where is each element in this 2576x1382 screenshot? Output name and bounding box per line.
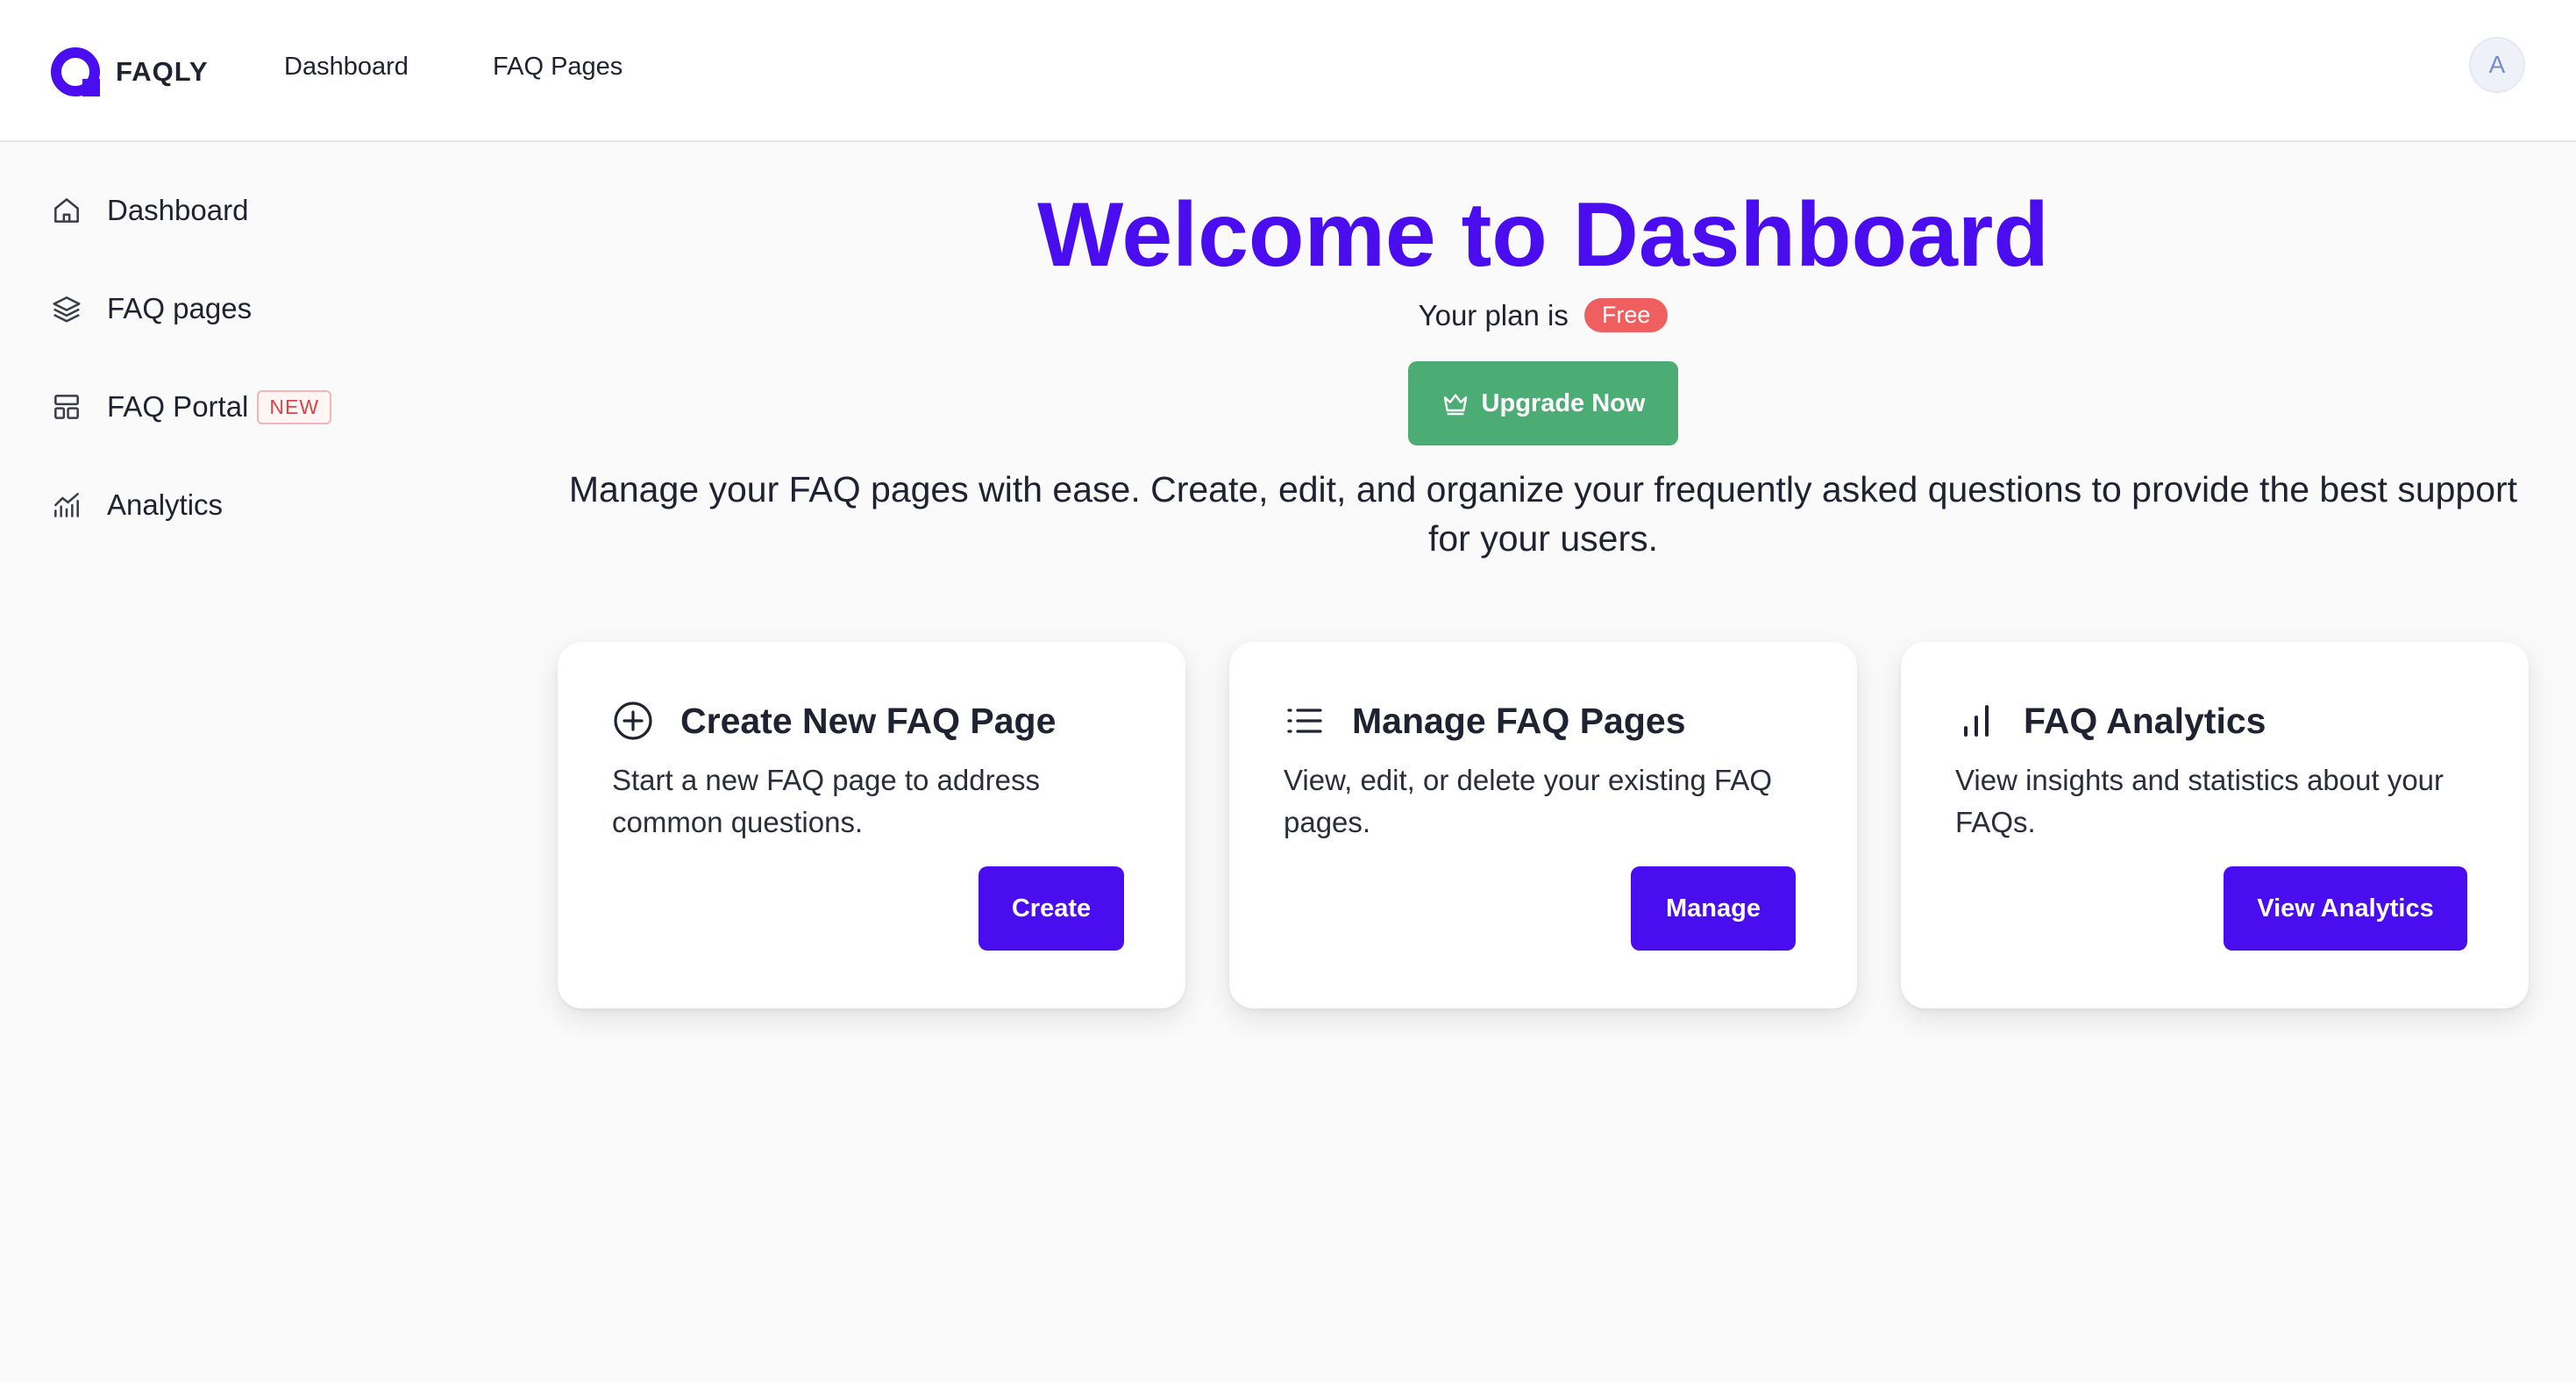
manage-button[interactable]: Manage [1631,866,1796,951]
topnav-dashboard[interactable]: Dashboard [284,49,409,84]
page-title: Welcome to Dashboard [1037,184,2049,286]
create-button[interactable]: Create [978,866,1124,951]
crown-icon [1443,394,1467,416]
home-icon [49,193,84,228]
card-title: Manage FAQ Pages [1352,700,1686,741]
card-faq-analytics: FAQ Analytics View insights and statisti… [1901,642,2529,1008]
upgrade-label: Upgrade Now [1481,388,1646,417]
app-name: FAQLY [116,56,209,87]
card-create-faq: Create New FAQ Page Start a new FAQ page… [558,642,1185,1008]
card-text: View insights and statistics about your … [1955,764,2444,838]
topnav-faq-pages[interactable]: FAQ Pages [493,49,623,84]
user-avatar[interactable]: A [2469,37,2525,93]
app-logo[interactable]: FAQLY [49,44,209,100]
chart-line-icon [49,488,84,523]
upgrade-button[interactable]: Upgrade Now [1408,361,1678,445]
card-text: View, edit, or delete your existing FAQ … [1284,764,1773,838]
sidebar-item-label: Analytics [107,488,224,521]
plan-prefix: Your plan is [1418,298,1569,331]
top-bar: FAQLY Dashboard FAQ Pages A [0,0,2576,142]
page-description: Manage your FAQ pages with ease. Create,… [568,469,2518,559]
bar-chart-icon [1964,705,1989,737]
sidebar-item-faq-pages[interactable]: FAQ pages [49,284,252,333]
sidebar-item-label: Dashboard [107,194,249,226]
logo-icon [51,47,100,96]
plan-badge: Free [1583,298,1669,332]
layers-icon [49,291,84,326]
card-title: Create New FAQ Page [680,700,1057,741]
view-analytics-button[interactable]: View Analytics [2224,866,2467,951]
sidebar-item-dashboard[interactable]: Dashboard [49,186,248,235]
card-manage-faq: Manage FAQ Pages View, edit, or delete y… [1229,642,1857,1008]
sidebar-item-analytics[interactable]: Analytics [49,481,223,530]
layout-icon [49,389,84,424]
card-title: FAQ Analytics [2024,700,2266,741]
plus-circle-icon [614,702,652,740]
list-icon [1287,709,1322,733]
plan-info: Your plan is Free [559,298,2527,332]
new-badge: NEW [257,389,332,424]
card-text: Start a new FAQ page to address common q… [612,764,1040,838]
sidebar-item-label: FAQ pages [107,292,253,324]
sidebar-item-faq-portal[interactable]: FAQ Portal NEW [49,382,332,431]
sidebar-item-label: FAQ Portal [107,390,249,423]
